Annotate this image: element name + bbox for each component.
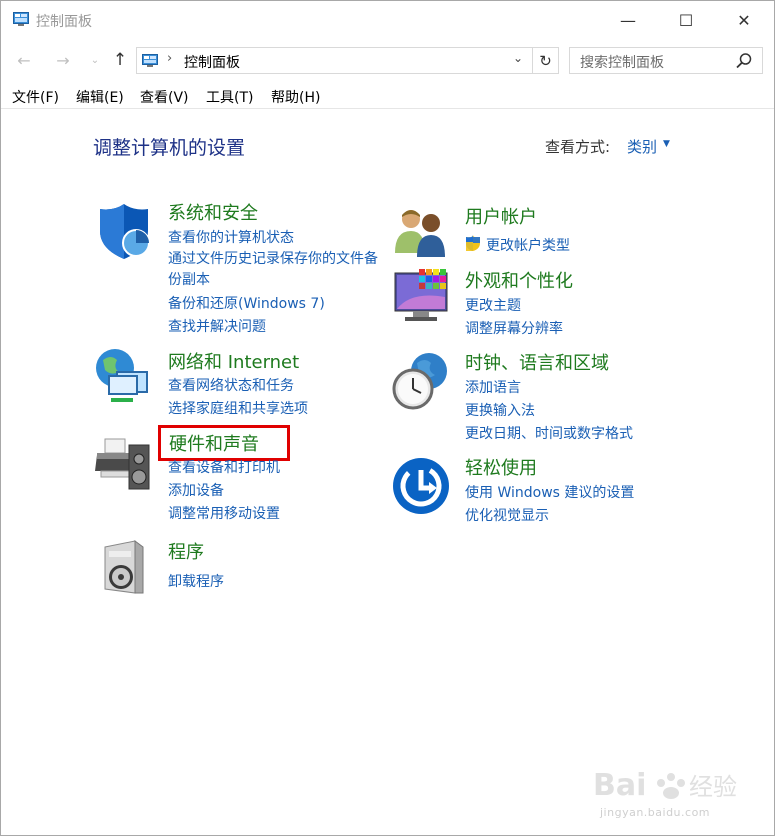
category-ease-of-access[interactable]: 轻松使用 bbox=[465, 454, 537, 480]
minimize-button[interactable]: — bbox=[605, 1, 651, 39]
menu-help[interactable]: 帮助(H) bbox=[271, 87, 320, 107]
refresh-icon: ↻ bbox=[539, 51, 552, 70]
view-by-caret-icon[interactable]: ▼ bbox=[663, 139, 670, 149]
title-bar[interactable]: 控制面板 — ☐ ✕ bbox=[1, 1, 774, 39]
menu-tools[interactable]: 工具(T) bbox=[206, 87, 253, 107]
shield-icon[interactable] bbox=[94, 201, 154, 261]
link-uninstall-program[interactable]: 卸载程序 bbox=[168, 571, 224, 591]
breadcrumb-control-panel[interactable]: 控制面板 bbox=[184, 52, 240, 72]
menu-view[interactable]: 查看(V) bbox=[140, 87, 189, 107]
link-change-input-method[interactable]: 更换输入法 bbox=[465, 400, 535, 420]
baidu-watermark-logo: Bai 经验 bbox=[593, 768, 737, 803]
link-view-computer-status[interactable]: 查看你的计算机状态 bbox=[168, 227, 294, 247]
page-title: 调整计算机的设置 bbox=[93, 137, 246, 159]
link-add-device[interactable]: 添加设备 bbox=[168, 480, 224, 500]
window-title: 控制面板 bbox=[36, 14, 92, 30]
menu-edit[interactable]: 编辑(E) bbox=[76, 87, 124, 107]
category-system-security[interactable]: 系统和安全 bbox=[168, 199, 258, 225]
arrow-up-icon: ↑ bbox=[112, 50, 128, 70]
view-by-dropdown[interactable]: 类别 bbox=[627, 136, 657, 157]
category-clock-language-region[interactable]: 时钟、语言和区域 bbox=[465, 349, 609, 375]
search-icon[interactable] bbox=[735, 52, 753, 70]
category-network-internet[interactable]: 网络和 Internet bbox=[168, 348, 299, 374]
back-button[interactable]: ← bbox=[12, 48, 36, 72]
link-backup-restore[interactable]: 备份和还原(Windows 7) bbox=[168, 293, 325, 313]
arrow-right-icon: → bbox=[56, 50, 70, 70]
link-screen-resolution[interactable]: 调整屏幕分辨率 bbox=[465, 318, 563, 338]
network-globe-icon[interactable] bbox=[93, 346, 153, 406]
breadcrumb-separator-icon[interactable]: › bbox=[167, 51, 172, 66]
watermark-url: jingyan.baidu.com bbox=[600, 806, 711, 819]
link-file-history-backup[interactable]: 通过文件历史记录保存你的文件备份副本 bbox=[168, 249, 383, 291]
up-button[interactable]: ↑ bbox=[108, 48, 132, 72]
appearance-monitor-icon[interactable] bbox=[391, 267, 451, 327]
link-date-time-format[interactable]: 更改日期、时间或数字格式 bbox=[465, 423, 633, 443]
users-icon[interactable] bbox=[391, 203, 451, 263]
recent-locations-button[interactable]: ⌄ bbox=[83, 48, 107, 72]
refresh-button[interactable]: ↻ bbox=[533, 47, 559, 74]
view-by-label: 查看方式: bbox=[545, 138, 611, 156]
printer-speaker-icon[interactable] bbox=[93, 433, 153, 493]
ease-of-access-icon[interactable] bbox=[391, 456, 451, 516]
link-recommended-settings[interactable]: 使用 Windows 建议的设置 bbox=[465, 482, 634, 502]
chevron-down-icon: ⌄ bbox=[90, 54, 100, 66]
svg-text:经验: 经验 bbox=[689, 773, 737, 801]
forward-button[interactable]: → bbox=[51, 48, 75, 72]
svg-text:Bai: Bai bbox=[593, 768, 646, 803]
menu-bar: 文件(F) 编辑(E) 查看(V) 工具(T) 帮助(H) bbox=[1, 85, 774, 109]
link-add-language[interactable]: 添加语言 bbox=[465, 377, 521, 397]
address-dropdown-icon[interactable]: ⌄ bbox=[513, 51, 523, 65]
link-devices-printers[interactable]: 查看设备和打印机 bbox=[168, 457, 280, 477]
maximize-button[interactable]: ☐ bbox=[663, 1, 709, 39]
link-network-status[interactable]: 查看网络状态和任务 bbox=[168, 375, 294, 395]
arrow-left-icon: ← bbox=[17, 50, 31, 70]
programs-disc-icon[interactable] bbox=[99, 537, 159, 597]
link-change-account-type[interactable]: 更改帐户类型 bbox=[486, 235, 570, 255]
address-bar[interactable]: › 控制面板 ⌄ bbox=[136, 47, 533, 74]
menu-file[interactable]: 文件(F) bbox=[12, 87, 59, 107]
control-panel-location-icon bbox=[142, 54, 158, 67]
link-troubleshoot[interactable]: 查找并解决问题 bbox=[168, 316, 266, 336]
close-icon: ✕ bbox=[737, 10, 751, 30]
uac-shield-icon bbox=[466, 235, 480, 251]
link-mobility-settings[interactable]: 调整常用移动设置 bbox=[168, 503, 280, 523]
highlight-box bbox=[158, 425, 290, 461]
category-programs[interactable]: 程序 bbox=[168, 538, 204, 564]
link-homegroup-sharing[interactable]: 选择家庭组和共享选项 bbox=[168, 398, 308, 418]
category-appearance[interactable]: 外观和个性化 bbox=[465, 267, 573, 293]
link-optimize-visual-display[interactable]: 优化视觉显示 bbox=[465, 505, 549, 525]
minimize-icon: — bbox=[620, 10, 636, 30]
link-change-theme[interactable]: 更改主题 bbox=[465, 295, 521, 315]
search-placeholder: 搜索控制面板 bbox=[580, 55, 664, 71]
control-panel-app-icon bbox=[13, 12, 29, 26]
category-user-accounts[interactable]: 用户帐户 bbox=[465, 203, 537, 229]
control-panel-window: 控制面板 — ☐ ✕ ← → ⌄ ↑ › 控制面板 ⌄ ↻ 搜索控制面板 文件(… bbox=[0, 0, 775, 836]
navigation-bar: ← → ⌄ ↑ › 控制面板 ⌄ ↻ 搜索控制面板 bbox=[1, 43, 774, 77]
search-input[interactable]: 搜索控制面板 bbox=[569, 47, 763, 74]
clock-globe-icon[interactable] bbox=[391, 351, 451, 411]
maximize-icon: ☐ bbox=[678, 10, 694, 30]
close-button[interactable]: ✕ bbox=[721, 1, 767, 39]
